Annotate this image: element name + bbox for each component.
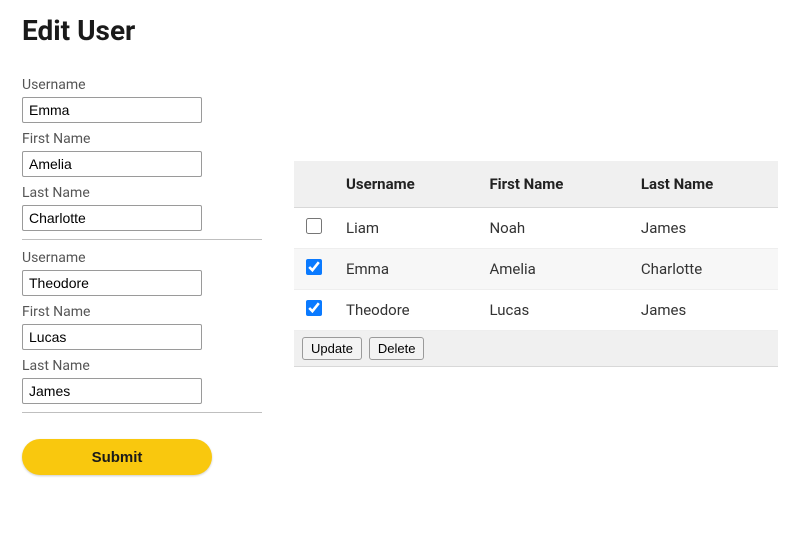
first-name-input[interactable] — [22, 151, 202, 177]
cell-username: Liam — [334, 208, 477, 249]
row-checkbox[interactable] — [306, 259, 322, 275]
cell-last-name: James — [629, 290, 778, 331]
table-action-bar: Update Delete — [294, 331, 778, 367]
user-table-panel: Username First Name Last Name Liam Noah … — [294, 69, 778, 367]
row-checkbox[interactable] — [306, 218, 322, 234]
header-checkbox-col — [294, 161, 334, 208]
group-divider — [22, 412, 262, 413]
update-button[interactable]: Update — [302, 337, 362, 360]
username-input[interactable] — [22, 270, 202, 296]
first-name-input[interactable] — [22, 324, 202, 350]
submit-button[interactable]: Submit — [22, 439, 212, 475]
cell-last-name: James — [629, 208, 778, 249]
cell-first-name: Lucas — [477, 290, 628, 331]
last-name-label: Last Name — [22, 185, 262, 201]
header-last-name: Last Name — [629, 161, 778, 208]
table-header-row: Username First Name Last Name — [294, 161, 778, 208]
first-name-label: First Name — [22, 304, 262, 320]
user-table: Username First Name Last Name Liam Noah … — [294, 161, 778, 331]
cell-username: Emma — [334, 249, 477, 290]
table-row: Liam Noah James — [294, 208, 778, 249]
cell-username: Theodore — [334, 290, 477, 331]
cell-last-name: Charlotte — [629, 249, 778, 290]
row-checkbox[interactable] — [306, 300, 322, 316]
cell-first-name: Noah — [477, 208, 628, 249]
group-divider — [22, 239, 262, 240]
last-name-label: Last Name — [22, 358, 262, 374]
first-name-label: First Name — [22, 131, 262, 147]
table-row: Emma Amelia Charlotte — [294, 249, 778, 290]
delete-button[interactable]: Delete — [369, 337, 425, 360]
last-name-input[interactable] — [22, 205, 202, 231]
edit-group-1: Username First Name Last Name — [22, 250, 262, 413]
header-first-name: First Name — [477, 161, 628, 208]
table-row: Theodore Lucas James — [294, 290, 778, 331]
username-input[interactable] — [22, 97, 202, 123]
username-label: Username — [22, 250, 262, 266]
username-label: Username — [22, 77, 262, 93]
header-username: Username — [334, 161, 477, 208]
page-title: Edit User — [22, 14, 778, 47]
last-name-input[interactable] — [22, 378, 202, 404]
edit-user-form: Username First Name Last Name Username F… — [22, 69, 262, 475]
cell-first-name: Amelia — [477, 249, 628, 290]
edit-group-0: Username First Name Last Name — [22, 77, 262, 240]
